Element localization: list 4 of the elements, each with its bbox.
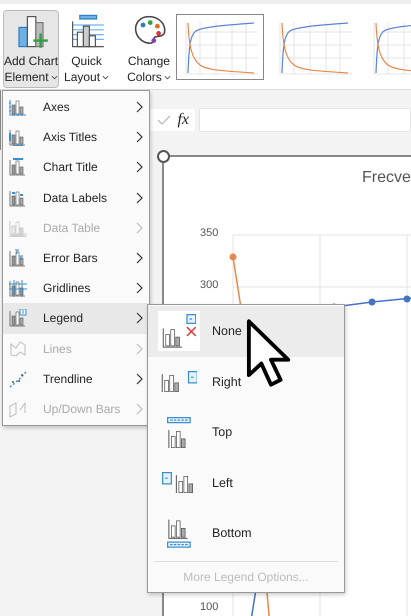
axis-label: 100: [200, 601, 218, 613]
axis-label: 300: [200, 279, 218, 291]
axis-label: 350: [200, 227, 218, 239]
chart-title: Frecve: [362, 169, 411, 187]
